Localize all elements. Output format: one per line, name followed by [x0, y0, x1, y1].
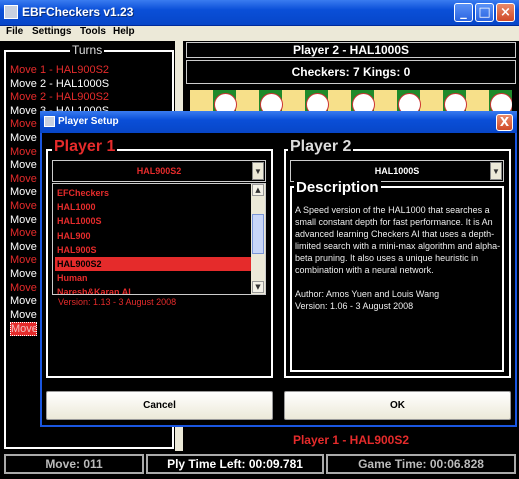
turn-item[interactable]: Move	[10, 159, 37, 171]
close-icon: ×	[500, 5, 511, 20]
player1-options-list[interactable]: EFCheckers HAL1000 HAL1000S HAL900 HAL900S HA…	[52, 183, 266, 295]
turn-item[interactable]: Move	[10, 268, 37, 280]
turn-item[interactable]: Move	[10, 132, 37, 144]
chevron-down-icon[interactable]: ▼	[252, 162, 264, 180]
turn-item[interactable]: Move	[10, 146, 37, 158]
window-title: EBFCheckers v1.23	[22, 5, 134, 19]
window-titlebar[interactable]: EBFCheckers v1.23 _ □ ×	[0, 0, 519, 26]
scroll-thumb[interactable]	[252, 214, 264, 254]
scroll-up-icon[interactable]: ▲	[252, 184, 264, 196]
player1-list-scrollbar[interactable]: ▲ ▼	[251, 184, 265, 294]
dialog-title: Player Setup	[58, 116, 119, 127]
turn-item[interactable]: Move	[10, 118, 37, 130]
player2-select-value: HAL1000S	[374, 166, 420, 176]
ok-button[interactable]: OK	[284, 391, 511, 420]
description-author: Author: Amos Yuen and Louis Wang	[295, 289, 440, 299]
description-text: A Speed version of the HAL1000 that sear…	[295, 204, 501, 312]
player2-banner: Player 2 - HAL1000S	[186, 42, 516, 58]
player1-select[interactable]: HAL900S2 ▼	[52, 160, 266, 182]
scroll-down-icon[interactable]: ▼	[252, 281, 264, 293]
turn-item[interactable]: Move	[10, 282, 37, 294]
menu-help[interactable]: Help	[113, 26, 135, 37]
player-option[interactable]: Human	[57, 271, 247, 285]
player1-title: Player 1	[52, 138, 118, 156]
chevron-down-icon[interactable]: ▼	[490, 162, 502, 180]
turn-item[interactable]: Move	[10, 254, 37, 266]
player-option[interactable]: EFCheckers	[57, 186, 247, 200]
cancel-button[interactable]: Cancel	[46, 391, 273, 420]
player2-title: Player 2	[288, 138, 354, 156]
menu-file[interactable]: File	[6, 26, 23, 37]
dialog-titlebar[interactable]: Player Setup	[40, 111, 517, 133]
turn-item[interactable]: Move	[10, 214, 37, 226]
player-option[interactable]: HAL1000	[57, 200, 247, 214]
turns-title: Turns	[70, 43, 105, 57]
player1-version: Version: 1.13 - 3 August 2008	[58, 297, 177, 307]
minimize-icon: _	[460, 5, 467, 20]
player-option[interactable]: HAL900S	[57, 243, 247, 257]
turn-item[interactable]: Move 1 - HAL900S2	[10, 64, 109, 76]
minimize-button[interactable]: _	[454, 3, 473, 22]
description-paragraph: A Speed version of the HAL1000 that sear…	[295, 205, 501, 275]
player-option[interactable]: Naresh&Karan AI	[57, 285, 247, 294]
close-icon: X	[499, 115, 510, 129]
player-option[interactable]: HAL900	[57, 229, 247, 243]
player-option[interactable]: HAL1000S	[57, 214, 247, 228]
menu-tools[interactable]: Tools	[80, 26, 106, 37]
move-counter: Move: 011	[4, 454, 144, 474]
checker-count: Checkers: 7 Kings: 0	[186, 60, 516, 84]
menu-settings[interactable]: Settings	[32, 26, 71, 37]
turn-item[interactable]: Move 2 - HAL1000S	[10, 78, 109, 90]
turn-item[interactable]: Move	[10, 227, 37, 239]
turn-item[interactable]: Move	[10, 186, 37, 198]
description-version: Version: 1.06 - 3 August 2008	[295, 301, 414, 311]
player-option[interactable]: HAL900S2	[55, 257, 253, 271]
ply-time-left: Ply Time Left: 00:09.781	[146, 454, 324, 474]
player1-select-value: HAL900S2	[136, 166, 182, 176]
turn-item[interactable]: Move	[10, 309, 37, 321]
turn-item[interactable]: Move	[10, 173, 37, 185]
turn-item[interactable]: Move	[10, 200, 37, 212]
turn-item[interactable]: Move	[10, 241, 37, 253]
dialog-close-button[interactable]: X	[496, 114, 513, 131]
player1-banner: Player 1 - HAL900S2	[292, 433, 410, 447]
dialog-app-icon	[44, 116, 55, 127]
description-title: Description	[294, 179, 381, 196]
maximize-button[interactable]: □	[475, 3, 494, 22]
app-icon	[4, 5, 18, 19]
close-button[interactable]: ×	[496, 3, 515, 22]
menubar: File Settings Tools Help	[0, 26, 519, 41]
maximize-icon: □	[478, 5, 491, 20]
turn-item[interactable]: Move	[10, 295, 37, 307]
turn-item[interactable]: Move 2 - HAL900S2	[10, 91, 109, 103]
game-time: Game Time: 00:06.828	[326, 454, 516, 474]
turn-item[interactable]: Move	[10, 322, 37, 337]
